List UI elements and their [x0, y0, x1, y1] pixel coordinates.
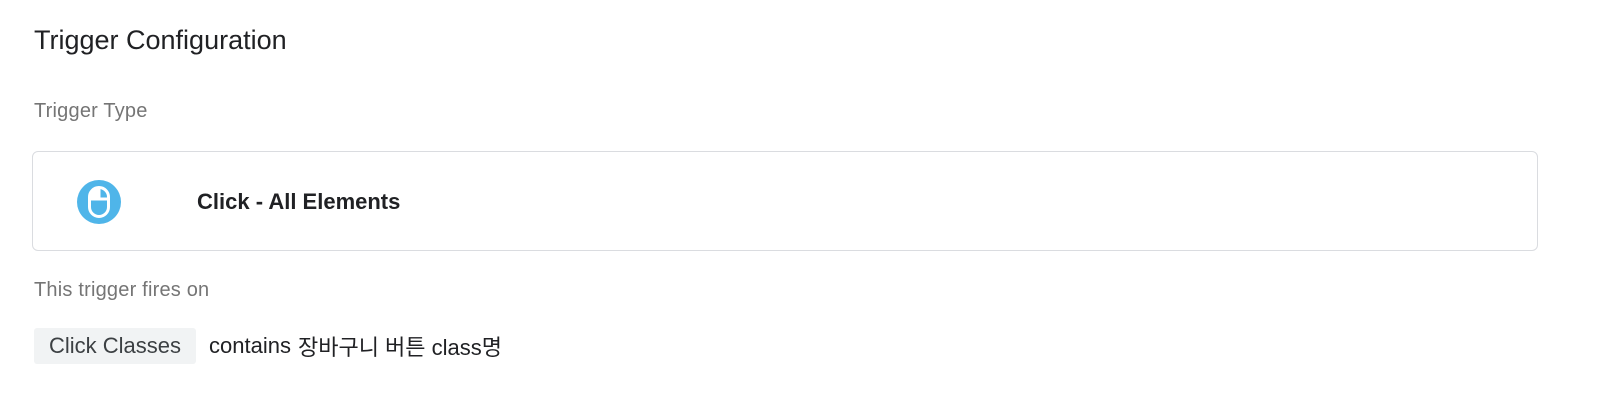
section-title: Trigger Configuration: [34, 25, 287, 55]
condition-variable-chip[interactable]: Click Classes: [34, 328, 197, 364]
condition-text: contains 장바구니 버튼 class명: [209, 330, 502, 362]
mouse-icon: [77, 180, 121, 224]
trigger-type-label: Trigger Type: [34, 100, 148, 122]
trigger-type-name: Click - All Elements: [197, 189, 401, 214]
fires-on-label: This trigger fires on: [34, 279, 210, 301]
trigger-type-card[interactable]: Click - All Elements: [32, 151, 1538, 251]
condition-value: 장바구니 버튼 class명: [297, 335, 503, 360]
condition-operator: contains: [209, 333, 291, 358]
trigger-condition: Click Classes contains 장바구니 버튼 class명: [34, 328, 502, 364]
